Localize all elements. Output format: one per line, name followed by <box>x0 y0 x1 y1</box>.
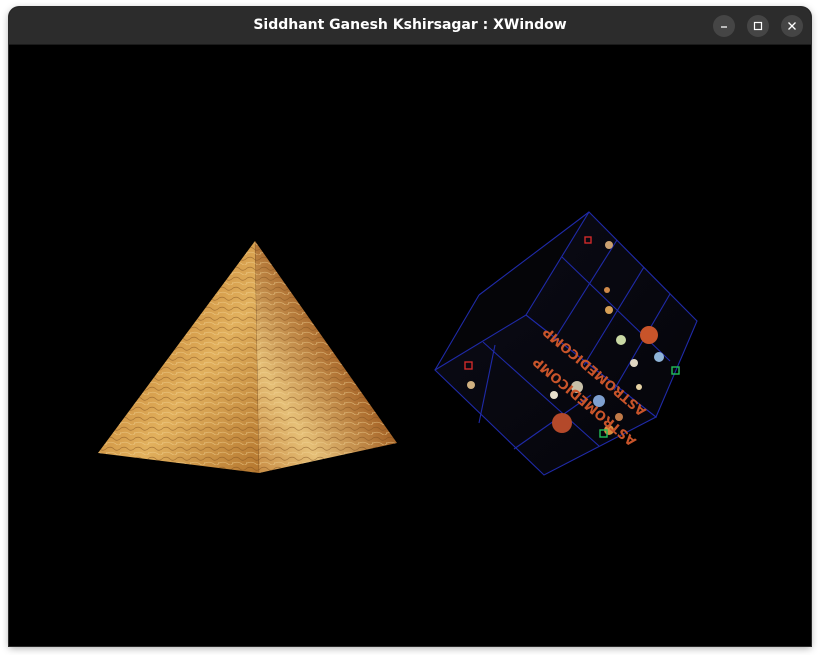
window-title: Siddhant Ganesh Kshirsagar : XWindow <box>253 17 567 33</box>
close-icon <box>788 22 796 30</box>
cube-object: ASTROMEDICOMP ASTROMEDICOMP <box>434 211 698 476</box>
maximize-button[interactable] <box>747 15 769 37</box>
title-bar[interactable]: Siddhant Ganesh Kshirsagar : XWindow <box>9 7 811 45</box>
pyramid-object <box>98 240 397 474</box>
maximize-icon <box>753 21 763 31</box>
opengl-canvas[interactable]: ASTROMEDICOMP ASTROMEDICOMP <box>9 45 811 646</box>
minimize-icon <box>721 26 727 28</box>
minimize-button[interactable] <box>713 15 735 37</box>
close-button[interactable] <box>781 15 803 37</box>
app-window: Siddhant Ganesh Kshirsagar : XWindow AST… <box>9 7 811 646</box>
